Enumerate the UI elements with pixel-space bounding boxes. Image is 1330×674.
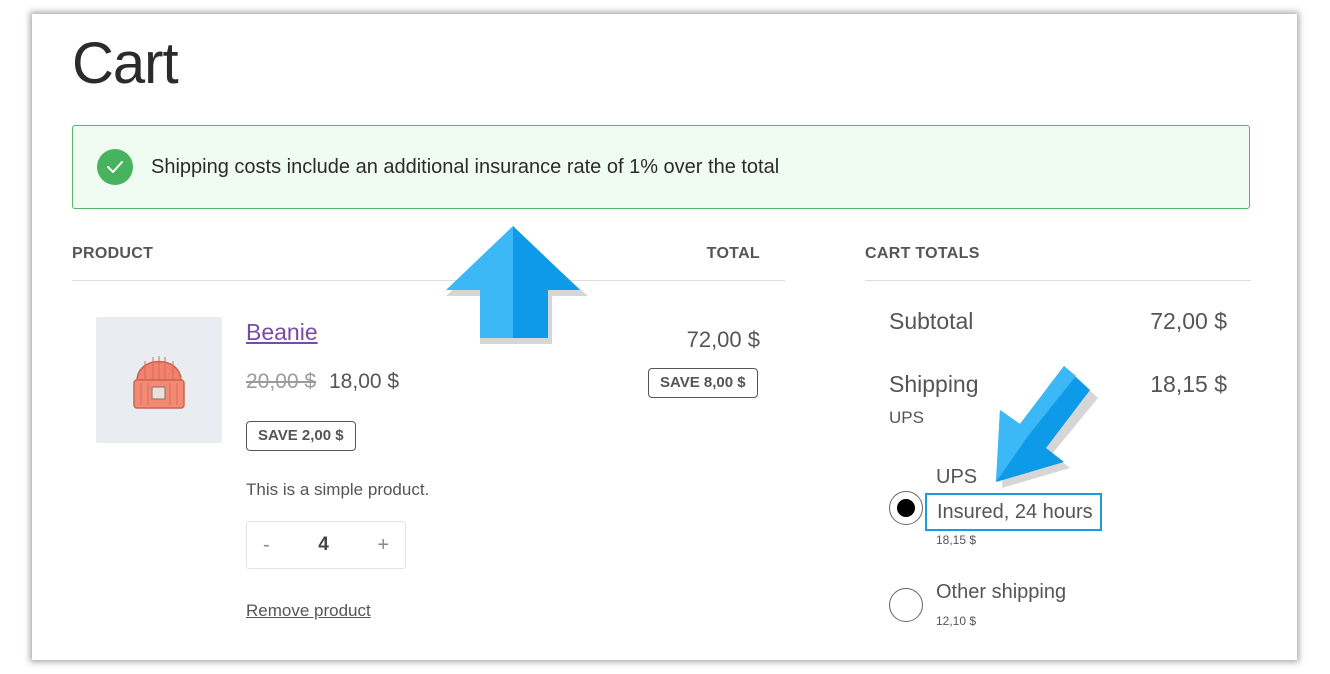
- shipping-carrier: UPS: [889, 408, 924, 427]
- shipping-option-ups-detail[interactable]: Insured, 24 hours: [925, 493, 1102, 531]
- total-column-header: TOTAL: [706, 245, 760, 262]
- shipping-option-other-title[interactable]: Other shipping: [936, 581, 1066, 604]
- shipping-option-ups-radio[interactable]: [889, 491, 923, 525]
- product-old-price: 20,00 $: [246, 370, 317, 393]
- shipping-label: Shipping: [889, 371, 979, 397]
- page-title: Cart: [72, 31, 179, 96]
- quantity-input[interactable]: 4: [318, 534, 329, 556]
- subtotal-label: Subtotal: [889, 308, 974, 334]
- quantity-increment-button[interactable]: +: [377, 534, 389, 557]
- cart-page: Cart Shipping costs include an additiona…: [32, 14, 1297, 660]
- line-saving-badge: SAVE 8,00 $: [648, 368, 758, 398]
- product-description: This is a simple product.: [246, 480, 430, 499]
- line-total: 72,00 $: [686, 327, 760, 352]
- notice-text: Shipping costs include an additional ins…: [151, 155, 780, 178]
- shipping-option-ups-price: 18,15 $: [936, 533, 977, 547]
- cart-totals-divider: [865, 280, 1251, 281]
- unit-saving-badge: SAVE 2,00 $: [246, 421, 356, 451]
- shipping-option-other-radio[interactable]: [889, 588, 923, 622]
- down-arrow-annotation: [996, 366, 1098, 488]
- product-thumbnail[interactable]: [96, 317, 222, 443]
- shipping-value: 18,15 $: [1150, 371, 1227, 397]
- quantity-stepper: - 4 +: [246, 521, 406, 569]
- product-sale-price: 18,00 $: [329, 370, 400, 393]
- product-name-link[interactable]: Beanie: [246, 319, 318, 346]
- beanie-image: [133, 356, 185, 409]
- radio-selected-dot: [897, 499, 915, 517]
- table-header-divider: [72, 280, 785, 281]
- insurance-notice: Shipping costs include an additional ins…: [72, 125, 1250, 209]
- up-arrow-annotation: [446, 226, 588, 344]
- product-column-header: PRODUCT: [72, 245, 154, 262]
- cart-totals-heading: CART TOTALS: [865, 245, 980, 262]
- subtotal-value: 72,00 $: [1150, 308, 1227, 334]
- check-circle-icon: [97, 149, 133, 185]
- remove-product-link[interactable]: Remove product: [246, 601, 371, 621]
- quantity-decrement-button[interactable]: -: [263, 534, 270, 557]
- shipping-option-other-price: 12,10 $: [936, 614, 977, 628]
